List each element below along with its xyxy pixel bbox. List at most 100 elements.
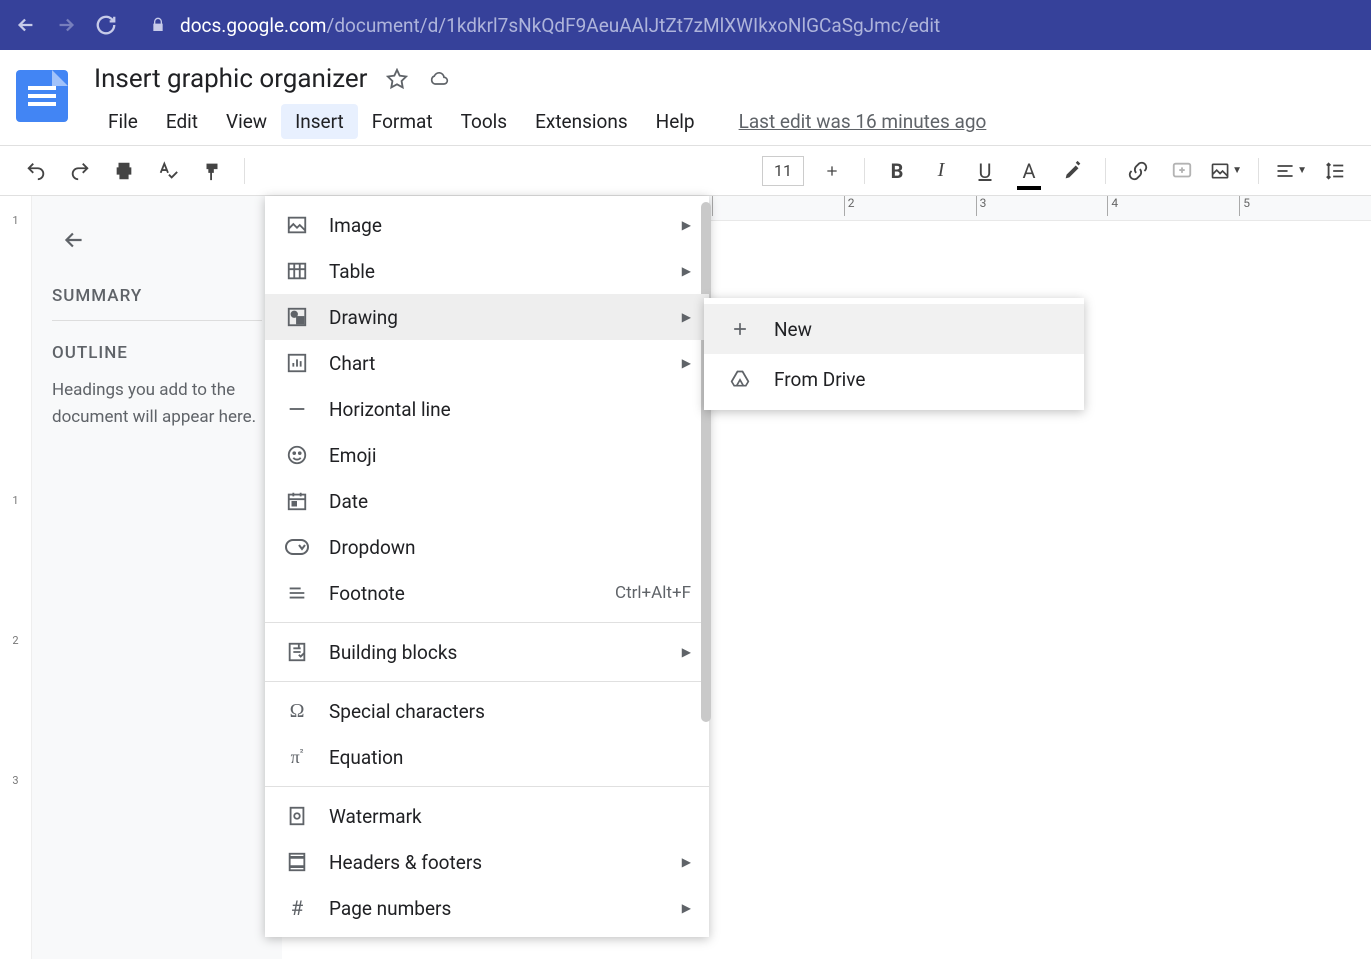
highlight-color-button[interactable] [1057,155,1089,187]
url-text: docs.google.com/document/d/1kdkrl7sNkQdF… [180,14,940,37]
insert-drawing-item[interactable]: Drawing ▶ [265,294,709,340]
menu-view[interactable]: View [212,104,281,139]
print-button[interactable] [108,155,140,187]
font-size-increase-button[interactable] [816,155,848,187]
drawing-icon [285,305,309,329]
font-size-input[interactable]: 11 [762,156,804,186]
image-icon [285,213,309,237]
insert-link-button[interactable] [1122,155,1154,187]
redo-icon [69,160,91,182]
link-icon [1127,160,1149,182]
text-color-button[interactable]: A [1013,155,1045,187]
toolbar-separator [1105,158,1106,184]
insert-image-button[interactable]: ▼ [1210,155,1242,187]
insert-building-blocks-item[interactable]: Building blocks ▶ [265,629,709,675]
outline-panel: SUMMARY OUTLINE Headings you add to the … [32,196,282,959]
add-comment-button[interactable] [1166,155,1198,187]
insert-emoji-item[interactable]: Emoji [265,432,709,478]
arrow-right-icon [55,14,77,36]
italic-button[interactable]: I [925,155,957,187]
insert-date-item[interactable]: Date [265,478,709,524]
insert-page-numbers-item[interactable]: # Page numbers ▶ [265,885,709,931]
line-spacing-button[interactable] [1319,155,1351,187]
last-edit-link[interactable]: Last edit was 16 minutes ago [739,110,987,133]
menu-separator [265,681,709,682]
menu-label: Chart [329,352,375,375]
insert-chart-item[interactable]: Chart ▶ [265,340,709,386]
hash-icon: # [285,896,309,920]
address-bar[interactable]: docs.google.com/document/d/1kdkrl7sNkQdF… [132,14,1359,37]
spellcheck-button[interactable] [152,155,184,187]
menu-format[interactable]: Format [358,104,447,139]
toolbar-separator [1258,158,1259,184]
arrow-left-icon [61,227,87,253]
menu-help[interactable]: Help [642,104,709,139]
comment-plus-icon [1171,160,1193,182]
menu-extensions[interactable]: Extensions [521,104,642,139]
headers-footers-icon [285,850,309,874]
browser-reload-button[interactable] [92,11,120,39]
menu-edit[interactable]: Edit [152,104,212,139]
align-button[interactable]: ▼ [1275,155,1307,187]
submenu-arrow-icon: ▶ [682,264,691,278]
toolbar-separator [864,158,865,184]
menu-label: New [774,318,812,341]
paint-format-button[interactable] [196,155,228,187]
menu-insert[interactable]: Insert [281,104,358,139]
redo-button[interactable] [64,155,96,187]
drawing-new-item[interactable]: New [704,304,1084,354]
submenu-arrow-icon: ▶ [682,855,691,869]
insert-horizontal-line-item[interactable]: Horizontal line [265,386,709,432]
highlighter-icon [1062,160,1084,182]
emoji-icon [285,443,309,467]
insert-footnote-item[interactable]: Footnote Ctrl+Alt+F [265,570,709,616]
insert-headers-footers-item[interactable]: Headers & footers ▶ [265,839,709,885]
footnote-icon [285,581,309,605]
panel-separator [52,320,262,321]
insert-dropdown-item[interactable]: Dropdown [265,524,709,570]
insert-image-item[interactable]: Image ▶ [265,202,709,248]
submenu-arrow-icon: ▶ [682,645,691,659]
plus-icon [824,163,840,179]
watermark-icon [285,804,309,828]
insert-table-item[interactable]: Table ▶ [265,248,709,294]
browser-forward-button[interactable] [52,11,80,39]
submenu-arrow-icon: ▶ [682,310,691,324]
browser-back-button[interactable] [12,11,40,39]
drive-icon [728,367,752,391]
plus-icon [728,317,752,341]
underline-button[interactable]: U [969,155,1001,187]
menu-label: Image [329,214,382,237]
calendar-icon [285,489,309,513]
outline-collapse-button[interactable] [52,218,96,262]
menu-label: Building blocks [329,641,457,664]
chevron-down-icon: ▼ [1232,165,1242,176]
cloud-status-icon[interactable] [426,69,452,89]
keyboard-shortcut: Ctrl+Alt+F [615,583,691,603]
star-icon[interactable] [386,68,408,90]
document-title[interactable]: Insert graphic organizer [94,64,368,94]
drawing-from-drive-item[interactable]: From Drive [704,354,1084,404]
menu-label: Equation [329,746,403,769]
chart-icon [285,351,309,375]
undo-button[interactable] [20,155,52,187]
menu-label: From Drive [774,368,865,391]
menu-label: Special characters [329,700,485,723]
outline-empty-hint: Headings you add to the document will ap… [52,377,262,431]
table-icon [285,259,309,283]
menu-file[interactable]: File [94,104,152,139]
submenu-arrow-icon: ▶ [682,901,691,915]
insert-special-characters-item[interactable]: Ω Special characters [265,688,709,734]
insert-watermark-item[interactable]: Watermark [265,793,709,839]
chevron-down-icon: ▼ [1297,165,1307,176]
menu-tools[interactable]: Tools [447,104,522,139]
insert-equation-item[interactable]: π² Equation [265,734,709,780]
bold-button[interactable]: B [881,155,913,187]
line-spacing-icon [1324,160,1346,182]
undo-icon [25,160,47,182]
horizontal-ruler[interactable]: 2345 [712,196,1371,216]
menu-label: Drawing [329,306,398,329]
menu-label: Dropdown [329,536,416,559]
docs-logo-icon[interactable] [16,70,68,122]
horizontal-line-icon [285,397,309,421]
